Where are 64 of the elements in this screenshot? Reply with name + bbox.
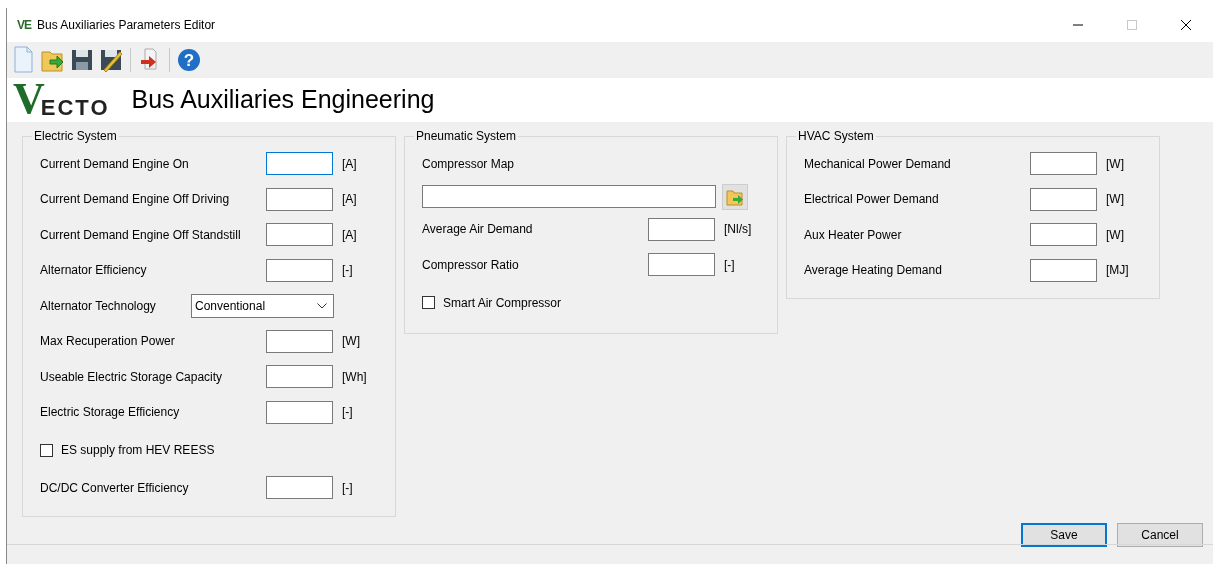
field-label: Average Air Demand	[422, 221, 534, 239]
unit-label: [A]	[342, 191, 357, 209]
chevron-down-icon	[317, 302, 327, 309]
browse-button[interactable]	[722, 183, 748, 210]
maximize-icon	[1127, 20, 1137, 30]
group-title: HVAC System	[797, 130, 875, 142]
unit-label: [Wh]	[342, 368, 367, 386]
input-field[interactable]	[266, 329, 333, 353]
unit-label: [W]	[342, 333, 360, 351]
input-field[interactable]	[648, 253, 715, 277]
input-field[interactable]	[266, 187, 333, 211]
help-button[interactable]: ?	[176, 46, 202, 74]
checkbox-label: ES supply from HEV REESS	[61, 442, 215, 459]
unit-label: [W]	[1106, 191, 1124, 209]
unit-label: [MJ]	[1106, 262, 1129, 280]
window-title: Bus Auxiliaries Parameters Editor	[37, 17, 216, 34]
field-label: Current Demand Engine Off Standstill	[40, 226, 242, 244]
folder-arrow-icon	[726, 187, 744, 206]
save-button[interactable]: Save	[1021, 523, 1107, 547]
input-field[interactable]	[266, 223, 333, 247]
field-label: Mechanical Power Demand	[804, 155, 952, 173]
field-label: DC/DC Converter Efficiency	[40, 479, 190, 497]
input-field[interactable]	[266, 152, 333, 176]
unit-label: [W]	[1106, 155, 1124, 173]
unit-label: [-]	[724, 256, 735, 274]
dropdown[interactable]: Conventional	[191, 293, 334, 318]
header-title: Bus Auxiliaries Engineering	[131, 84, 435, 116]
field-label: Average Heating Demand	[804, 262, 943, 280]
field-label: Useable Electric Storage Capacity	[40, 368, 224, 386]
input-field[interactable]	[266, 400, 333, 424]
unit-label: [Nl/s]	[724, 221, 752, 239]
input-field[interactable]	[1030, 187, 1097, 211]
field-label: Current Demand Engine On	[40, 155, 190, 173]
input-field[interactable]	[1030, 223, 1097, 247]
checkbox[interactable]	[422, 296, 435, 309]
group-title: Electric System	[33, 130, 118, 142]
checkbox-label: Smart Air Compressor	[443, 294, 562, 312]
input-field[interactable]	[266, 258, 333, 282]
unit-label: [A]	[342, 226, 357, 244]
cancel-button[interactable]: Cancel	[1117, 523, 1203, 547]
unit-label: [W]	[1106, 226, 1124, 244]
group-title: Pneumatic System	[415, 130, 518, 142]
field-label: Electrical Power Demand	[804, 191, 940, 209]
input-field[interactable]	[266, 476, 333, 500]
unit-label: [-]	[342, 479, 353, 497]
field-label: Current Demand Engine Off Driving	[40, 191, 231, 209]
field-label: Electric Storage Efficiency	[40, 404, 181, 422]
input-field[interactable]	[1030, 152, 1097, 176]
input-field[interactable]	[648, 217, 715, 241]
field-label: Compressor Ratio	[422, 256, 520, 274]
file-path-field[interactable]	[422, 185, 716, 208]
app-icon: VE	[17, 16, 31, 34]
checkbox[interactable]	[40, 443, 53, 457]
close-icon	[1181, 20, 1191, 30]
field-label: Aux Heater Power	[804, 226, 903, 244]
field-label: Alternator Efficiency	[40, 262, 148, 280]
input-field[interactable]	[1030, 258, 1097, 282]
unit-label: [-]	[342, 404, 353, 422]
unit-label: [A]	[342, 155, 357, 173]
input-field[interactable]	[266, 365, 333, 389]
field-label: Alternator Technology	[40, 297, 157, 315]
field-label: Compressor Map	[422, 155, 515, 173]
unit-label: [-]	[342, 262, 353, 280]
field-label: Max Recuperation Power	[40, 333, 176, 351]
